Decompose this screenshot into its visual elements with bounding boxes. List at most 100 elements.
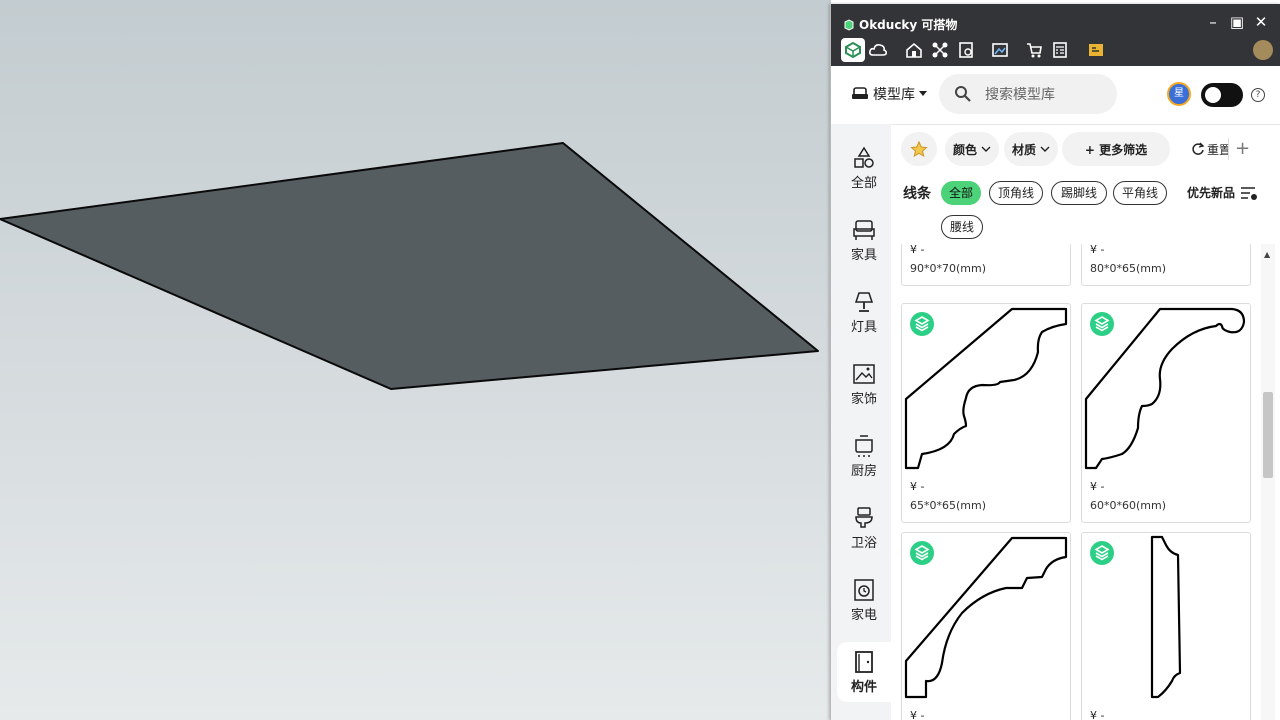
product-dims: 60*0*60(mm) xyxy=(1090,499,1167,512)
model-library-icon[interactable] xyxy=(841,38,865,62)
product-card[interactable]: ¥ - xyxy=(1081,532,1251,720)
sidebar-label-components: 构件 xyxy=(850,680,877,695)
sidebar-item-all[interactable]: 全部 xyxy=(837,138,891,198)
chip-all[interactable]: 全部 xyxy=(941,181,981,205)
sidebar-item-appliances[interactable]: 家电 xyxy=(837,570,891,630)
sidebar-label-kitchen: 厨房 xyxy=(850,464,877,479)
sidebar-item-lighting[interactable]: 灯具 xyxy=(837,282,891,342)
app-logo-icon xyxy=(844,18,854,31)
render-icon[interactable] xyxy=(1083,38,1109,62)
close-button[interactable]: ✕ xyxy=(1251,12,1271,32)
search-icon xyxy=(955,86,971,102)
toolbar xyxy=(841,38,1109,62)
stove-icon xyxy=(855,435,873,457)
chip-crown-molding[interactable]: 顶角线 xyxy=(989,181,1043,205)
model-library-panel: Okducky 可搭物 – ▣ ✕ 模型库 搜索模型库 星 ? 全部 家具 灯具… xyxy=(830,4,1280,720)
color-filter-label: 颜色 xyxy=(952,142,977,157)
sidebar-item-bathroom[interactable]: 卫浴 xyxy=(837,498,891,558)
app-title: Okducky 可搭物 xyxy=(843,16,957,33)
sidebar-label-all: 全部 xyxy=(850,176,877,191)
chip-flat-molding[interactable]: 平角线 xyxy=(1113,181,1167,205)
document-icon[interactable] xyxy=(953,38,979,62)
product-card[interactable]: ¥ - 90*0*70(mm) xyxy=(901,244,1071,286)
user-avatar[interactable] xyxy=(1253,40,1273,60)
product-price: ¥ - xyxy=(910,480,925,493)
search-box[interactable] xyxy=(939,74,1117,114)
3d-viewport[interactable] xyxy=(0,0,831,720)
product-card[interactable]: ¥ - 80*0*65(mm) xyxy=(1081,244,1251,286)
refresh-icon xyxy=(1192,142,1205,155)
sidebar-label-lighting: 灯具 xyxy=(850,320,877,335)
sidebar-item-decor[interactable]: 家饰 xyxy=(837,354,891,414)
sort-filter-icon xyxy=(1241,186,1258,200)
maximize-button[interactable]: ▣ xyxy=(1227,12,1247,32)
cloud-icon[interactable] xyxy=(865,38,891,62)
more-filters-button[interactable]: + 更多筛选 xyxy=(1062,132,1170,166)
product-grid: ¥ - 90*0*70(mm) ¥ - 80*0*65(mm) ¥ - 65*0… xyxy=(893,244,1261,720)
material-filter-label: 材质 xyxy=(1011,142,1036,157)
search-input[interactable] xyxy=(983,84,1113,106)
ceiling-plane[interactable] xyxy=(0,142,819,390)
viewport-canvas[interactable] xyxy=(0,0,831,720)
toilet-icon xyxy=(855,507,873,528)
library-header: 模型库 星 ? xyxy=(831,66,1280,125)
product-price: ¥ - xyxy=(910,244,925,256)
category-sidebar: 全部 家具 灯具 家饰 厨房 卫浴 家电 构件 xyxy=(831,124,891,720)
door-icon xyxy=(855,651,873,673)
add-filter-button[interactable]: + xyxy=(1228,138,1256,160)
image-icon[interactable] xyxy=(987,38,1013,62)
connections-icon[interactable] xyxy=(927,38,953,62)
member-badge[interactable]: 星 xyxy=(1167,82,1191,106)
product-card[interactable]: ¥ - 60*0*60(mm) xyxy=(1081,303,1251,523)
model-badge-icon xyxy=(910,312,934,336)
sidebar-item-kitchen[interactable]: 厨房 xyxy=(837,426,891,486)
calculator-icon[interactable] xyxy=(1047,38,1073,62)
library-dropdown[interactable]: 模型库 xyxy=(851,84,927,104)
picture-icon xyxy=(853,364,875,384)
title-bar: Okducky 可搭物 – ▣ ✕ xyxy=(831,4,1280,66)
shapes-icon xyxy=(854,146,874,168)
product-dims: 65*0*65(mm) xyxy=(910,499,987,512)
app-title-text: Okducky 可搭物 xyxy=(859,18,958,32)
product-card[interactable]: ¥ - 65*0*65(mm) xyxy=(901,303,1071,523)
product-price: ¥ - xyxy=(1090,709,1105,720)
caret-down-icon xyxy=(919,91,927,96)
product-card[interactable]: ¥ - xyxy=(901,532,1071,720)
prefer-new-label: 优先新品 xyxy=(1187,186,1236,200)
scroll-thumb[interactable] xyxy=(1263,392,1273,478)
washer-icon xyxy=(854,579,874,601)
toggle-knob xyxy=(1205,87,1221,103)
model-badge-icon xyxy=(1090,541,1114,565)
chevron-down-icon xyxy=(1040,146,1050,152)
house-icon[interactable] xyxy=(901,38,927,62)
lamp-icon xyxy=(854,292,874,312)
cart-icon[interactable] xyxy=(1021,38,1047,62)
filter-bar: 颜色 材质 + 更多筛选 重置 + xyxy=(901,132,1280,170)
subcategory-row: 线条 全部 顶角线 踢脚线 平角线 腰线 优先新品 xyxy=(903,178,1280,248)
reset-button[interactable]: 重置 xyxy=(1191,132,1231,166)
product-price: ¥ - xyxy=(1090,244,1105,256)
favorites-filter[interactable] xyxy=(901,132,937,166)
scroll-up-arrow-icon[interactable]: ▲ xyxy=(1264,250,1270,259)
category-title: 线条 xyxy=(903,186,931,202)
chevron-down-icon xyxy=(981,146,991,152)
product-dims: 90*0*70(mm) xyxy=(910,262,987,275)
model-badge-icon xyxy=(910,541,934,565)
chip-waist-line[interactable]: 腰线 xyxy=(941,215,983,239)
sidebar-label-appliances: 家电 xyxy=(850,608,877,623)
library-label: 模型库 xyxy=(873,87,915,103)
help-icon[interactable]: ? xyxy=(1251,88,1265,102)
minimize-button[interactable]: – xyxy=(1203,12,1223,32)
sidebar-item-components[interactable]: 构件 xyxy=(837,642,891,702)
star-badge-icon xyxy=(910,140,928,158)
sidebar-item-furniture[interactable]: 家具 xyxy=(837,210,891,270)
material-filter[interactable]: 材质 xyxy=(1004,132,1058,166)
color-filter[interactable]: 颜色 xyxy=(945,132,999,166)
product-dims: 80*0*65(mm) xyxy=(1090,262,1167,275)
chip-baseboard[interactable]: 踢脚线 xyxy=(1051,181,1107,205)
product-price: ¥ - xyxy=(910,709,925,720)
prefer-new-sort[interactable]: 优先新品 xyxy=(1187,184,1258,201)
theme-toggle[interactable] xyxy=(1201,83,1243,107)
grid-scrollbar[interactable]: ▲ xyxy=(1261,244,1275,720)
sidebar-label-bathroom: 卫浴 xyxy=(850,536,877,551)
